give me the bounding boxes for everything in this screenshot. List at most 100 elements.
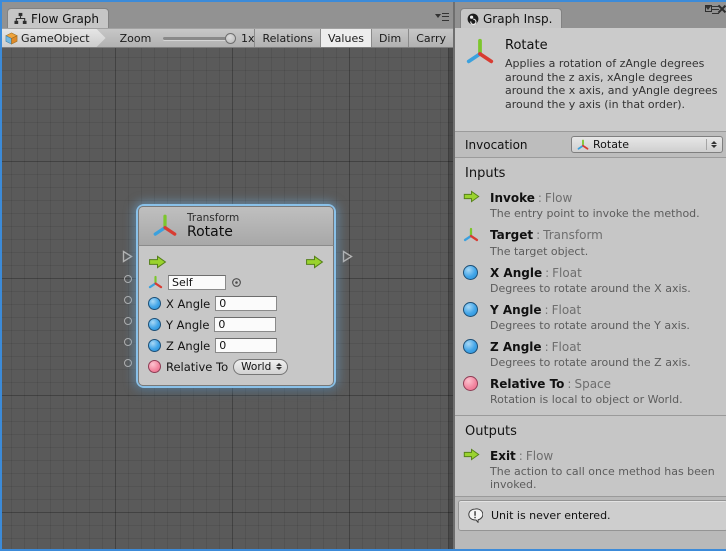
- outputs-title: Outputs: [465, 424, 723, 439]
- item-type: Float: [552, 303, 582, 317]
- gameobject-cube-icon: [5, 32, 18, 45]
- item-separator: :: [545, 266, 549, 280]
- float-port-icon: [463, 339, 478, 354]
- flow-arrow-icon: [463, 190, 480, 203]
- graph-inspector-icon: [467, 13, 479, 25]
- x-angle-label: X Angle: [166, 297, 210, 311]
- canvas-scrollbar[interactable]: [448, 48, 453, 549]
- float-port-icon: [463, 265, 478, 280]
- input-item-x-angle: X Angle:Float Degrees to rotate around t…: [463, 265, 723, 295]
- carry-button-label: Carry: [416, 32, 446, 45]
- item-separator: :: [536, 228, 540, 242]
- dropdown-arrows-icon: [275, 361, 282, 372]
- graph-canvas[interactable]: Transform Rotate: [2, 48, 453, 549]
- inspector-header: Rotate Applies a rotation of zAngle degr…: [455, 28, 726, 132]
- input-item-invoke: Invoke:Flow The entry point to invoke th…: [463, 190, 723, 220]
- node-type-label: Transform: [187, 212, 239, 224]
- invoke-flow-arrow-icon[interactable]: [148, 255, 167, 269]
- item-type: Float: [552, 340, 582, 354]
- warning-helpbox: Unit is never entered.: [458, 500, 726, 531]
- target-transform-icon[interactable]: [148, 275, 163, 290]
- target-input[interactable]: [168, 275, 226, 290]
- item-separator: :: [545, 303, 549, 317]
- relations-button[interactable]: Relations: [254, 29, 320, 47]
- zoom-slider-handle[interactable]: [225, 33, 236, 44]
- object-picker-icon[interactable]: [231, 277, 242, 288]
- rotate-unit-icon: [465, 37, 495, 67]
- item-name: Target: [490, 228, 533, 242]
- node-titles: Transform Rotate: [187, 212, 239, 240]
- node-title: Rotate: [187, 224, 239, 240]
- toolbar-button-group: Relations Values Dim Carry: [254, 29, 453, 47]
- flow-graph-panel-menu-icon[interactable]: [435, 11, 449, 23]
- x-angle-ext-port[interactable]: [124, 296, 132, 304]
- inspector-description: Applies a rotation of zAngle degrees aro…: [505, 57, 723, 111]
- x-angle-port-icon[interactable]: [148, 297, 161, 310]
- flow-graph-toolbar: GameObject Zoom 1x Relations Values Dim …: [2, 28, 453, 48]
- space-port-icon: [463, 376, 478, 391]
- warning-text: Unit is never entered.: [491, 509, 611, 522]
- item-type: Space: [574, 377, 611, 391]
- inputs-title: Inputs: [465, 166, 723, 181]
- rotate-node-header[interactable]: Transform Rotate: [138, 206, 334, 246]
- inspector-header-text: Rotate Applies a rotation of zAngle degr…: [505, 37, 723, 131]
- z-angle-label: Z Angle: [166, 339, 210, 353]
- z-angle-input[interactable]: [215, 338, 277, 353]
- outputs-section: Outputs Exit:Flow The action to call onc…: [455, 416, 726, 496]
- node-z-angle-row: Z Angle: [148, 335, 324, 356]
- breadcrumb-gameobject[interactable]: GameObject: [2, 29, 106, 47]
- item-type: Float: [552, 266, 582, 280]
- item-separator: :: [567, 377, 571, 391]
- item-description: Degrees to rotate around the X axis.: [490, 282, 722, 295]
- invocation-dropdown-arrows-icon: [706, 139, 717, 150]
- zoom-slider[interactable]: [163, 37, 231, 40]
- dim-button[interactable]: Dim: [371, 29, 408, 47]
- relative-to-port-icon[interactable]: [148, 360, 161, 373]
- warning-bubble-icon: [467, 508, 483, 523]
- graph-inspector-panel: Graph Insp. Rotate Applies a rotation of…: [453, 2, 726, 549]
- y-angle-port-icon[interactable]: [148, 318, 161, 331]
- app-window: Flow Graph GameObject Zoom 1x Relations …: [0, 0, 726, 551]
- flow-graph-panel: Flow Graph GameObject Zoom 1x Relations …: [2, 2, 453, 549]
- flow-out-port-triangle[interactable]: [342, 250, 353, 263]
- item-name: Invoke: [490, 191, 535, 205]
- carry-button[interactable]: Carry: [408, 29, 453, 47]
- zoom-label: Zoom: [120, 32, 152, 45]
- exit-flow-arrow-icon[interactable]: [305, 255, 324, 269]
- item-description: Degrees to rotate around the Z axis.: [490, 356, 722, 369]
- inspector-tabstrip: Graph Insp.: [455, 2, 726, 28]
- inspector-title: Rotate: [505, 38, 723, 53]
- flow-graph-icon: [14, 12, 27, 25]
- tab-flow-graph[interactable]: Flow Graph: [7, 8, 109, 28]
- transform-icon: [463, 227, 479, 243]
- item-description: Degrees to rotate around the Y axis.: [490, 319, 722, 332]
- x-angle-input[interactable]: [215, 296, 277, 311]
- tab-graph-inspector[interactable]: Graph Insp.: [460, 8, 562, 28]
- y-angle-input[interactable]: [214, 317, 276, 332]
- y-angle-ext-port[interactable]: [124, 317, 132, 325]
- flow-graph-tabstrip: Flow Graph: [2, 2, 453, 28]
- rotate-node[interactable]: Transform Rotate: [138, 206, 334, 386]
- relative-to-ext-port[interactable]: [124, 359, 132, 367]
- relative-to-dropdown[interactable]: World: [233, 359, 288, 375]
- item-name: Relative To: [490, 377, 564, 391]
- node-x-angle-row: X Angle: [148, 293, 324, 314]
- item-separator: :: [538, 191, 542, 205]
- z-angle-ext-port[interactable]: [124, 338, 132, 346]
- invocation-dropdown[interactable]: Rotate: [571, 136, 723, 153]
- item-name: Y Angle: [490, 303, 542, 317]
- inspector-panel-menu-icon[interactable]: [712, 14, 726, 26]
- input-item-y-angle: Y Angle:Float Degrees to rotate around t…: [463, 302, 723, 332]
- values-button[interactable]: Values: [320, 29, 371, 47]
- item-name: Z Angle: [490, 340, 542, 354]
- invocation-transform-icon: [577, 139, 589, 151]
- item-description: The target object.: [490, 245, 722, 258]
- flow-in-port-triangle[interactable]: [122, 250, 133, 263]
- item-type: Transform: [543, 228, 603, 242]
- dim-button-label: Dim: [379, 32, 401, 45]
- node-y-angle-row: Y Angle: [148, 314, 324, 335]
- y-angle-label: Y Angle: [166, 318, 209, 332]
- z-angle-port-icon[interactable]: [148, 339, 161, 352]
- target-ext-port[interactable]: [124, 275, 132, 283]
- item-type: Flow: [545, 191, 572, 205]
